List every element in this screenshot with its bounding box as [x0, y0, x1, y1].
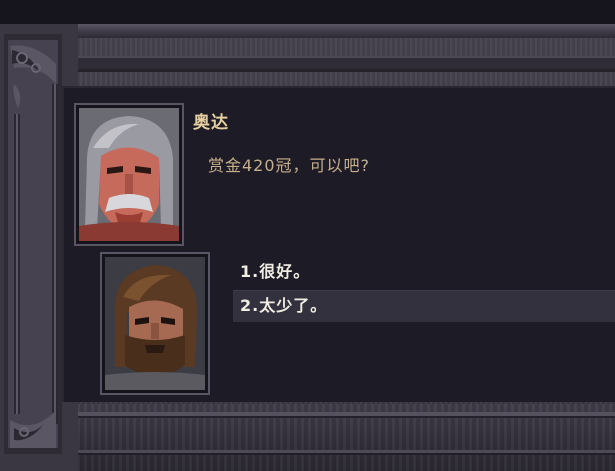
- top-bar: [0, 0, 615, 24]
- dialogue-option-2[interactable]: 2.太少了。: [233, 290, 615, 322]
- speaker-name: 奥达: [193, 113, 229, 133]
- speaker-portrait: [76, 105, 182, 244]
- dialogue-option-1[interactable]: 1.很好。: [233, 256, 615, 288]
- player-portrait: [102, 254, 208, 393]
- bearded-man-face-icon: [105, 257, 205, 390]
- frame-inner-rail: [60, 56, 615, 72]
- frame-top-rail: [0, 24, 615, 38]
- speech-text: 赏金420冠，可以吧?: [208, 156, 371, 175]
- old-man-face-icon: [79, 108, 179, 241]
- frame-bottom-rail: [0, 404, 615, 471]
- dialogue-options: 1.很好。 2.太少了。: [233, 256, 615, 324]
